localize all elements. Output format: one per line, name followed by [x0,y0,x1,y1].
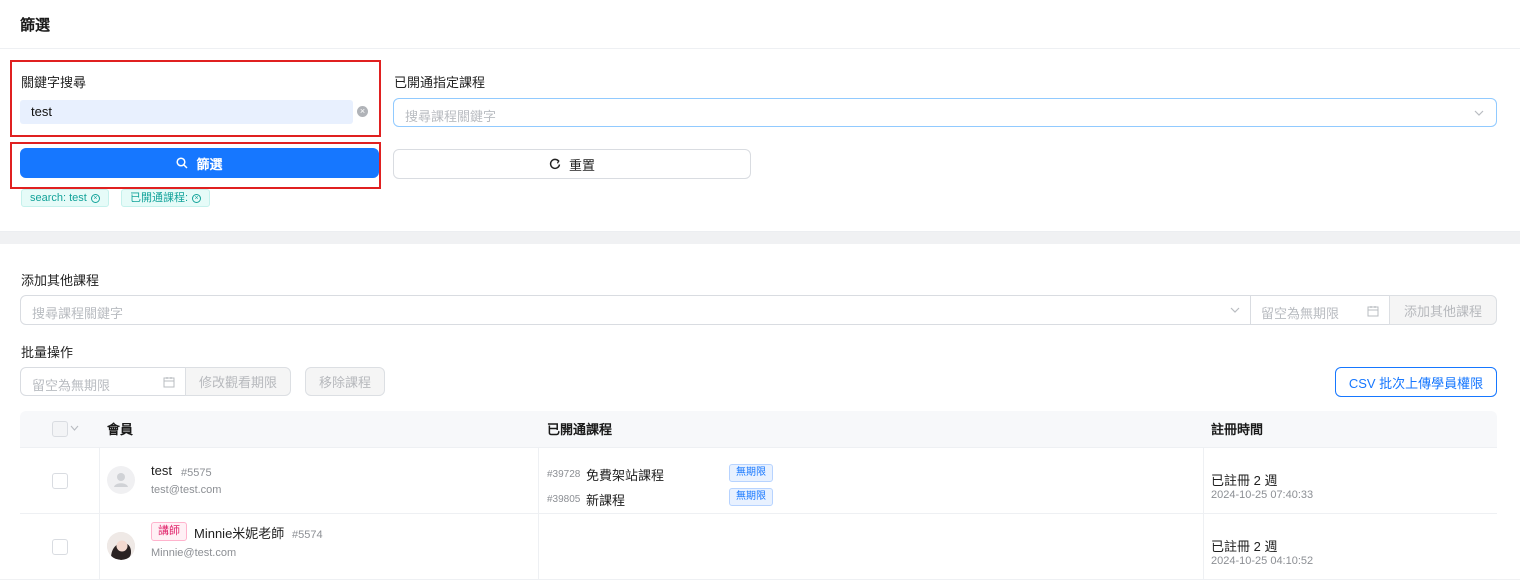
remove-course-button-label: 移除課程 [318,375,371,390]
member-id: #5575 [181,467,212,479]
reset-button-label: 重置 [568,157,595,173]
add-course-button[interactable]: 添加其他課程 [1389,295,1497,325]
column-header-member: 會員 [107,422,134,437]
row-checkbox[interactable] [52,539,68,555]
member-id: #5574 [292,529,323,541]
csv-upload-button-label: CSV 批次上傳學員權限 [1348,375,1484,391]
course-id: #39805 [547,494,581,505]
course-select[interactable]: 搜尋課程關鍵字 [393,98,1497,127]
filter-divider [0,48,1520,49]
active-tag-search[interactable]: search: test × [21,189,109,207]
course-id: #39728 [547,469,581,480]
active-tag-course[interactable]: 已開通課程: × [121,189,211,207]
chevron-down-icon [1474,110,1484,116]
batch-label: 批量操作 [21,345,74,360]
calendar-icon [163,377,175,388]
add-course-date-placeholder: 留空為無期限 [1261,306,1340,321]
course-name: 新課程 [586,493,626,508]
add-course-select-placeholder: 搜尋課程關鍵字 [32,306,124,321]
reload-icon [549,158,561,170]
close-circle-icon[interactable]: × [192,193,202,203]
active-tag-search-label: search: test [30,192,87,204]
avatar [107,466,135,494]
active-tag-course-label: 已開通課程: [130,192,189,204]
member-email: Minnie@test.com [151,547,237,559]
registered-relative: 已註冊 2 週 [1211,473,1278,488]
member-name[interactable]: Minnie米妮老師 [194,523,284,542]
modify-period-button[interactable]: 修改觀看期限 [185,367,291,396]
course-select-placeholder: 搜尋課程關鍵字 [405,109,497,124]
table-row[interactable]: 講師 Minnie米妮老師 #5574 Minnie@test.com 已註冊 … [20,514,1497,580]
chevron-down-icon [1230,307,1240,313]
column-header-registered: 註冊時間 [1211,422,1264,437]
row-checkbox[interactable] [52,473,68,489]
select-all-checkbox[interactable] [52,421,68,437]
add-course-button-label: 添加其他課程 [1403,303,1482,319]
remove-course-button[interactable]: 移除課程 [305,367,385,396]
filter-panel: 篩選 關鍵字搜尋 test × 已開通指定課程 搜尋課程關鍵字 篩選 重置 se… [0,0,1520,232]
registered-at: 2024-10-25 04:10:52 [1211,555,1314,567]
member-name[interactable]: test [151,463,172,478]
column-header-courses: 已開通課程 [547,422,613,437]
filter-button-highlight-box [10,142,381,189]
add-course-select[interactable]: 搜尋課程關鍵字 [20,295,1251,325]
chevron-down-icon[interactable] [70,425,79,432]
reset-button[interactable]: 重置 [393,149,751,179]
members-panel: 添加其他課程 搜尋課程關鍵字 留空為無期限 添加其他課程 批量操作 留空為無期限… [0,244,1520,580]
modify-period-button-label: 修改觀看期限 [198,375,277,390]
user-icon [114,473,128,487]
course-name: 免費架站課程 [586,468,665,483]
course-limit-badge: 無期限 [729,464,773,482]
keyword-highlight-box [10,60,381,137]
add-course-label: 添加其他課程 [21,273,100,288]
table-header: 會員 已開通課程 註冊時間 [20,411,1497,448]
registered-at: 2024-10-25 07:40:33 [1211,489,1314,501]
batch-date-placeholder: 留空為無期限 [32,378,111,393]
add-course-date-input[interactable]: 留空為無期限 [1250,295,1390,325]
avatar-photo-icon [107,532,135,560]
csv-upload-button[interactable]: CSV 批次上傳學員權限 [1335,367,1497,397]
filter-title: 篩選 [20,17,51,34]
avatar [107,532,135,560]
member-email: test@test.com [151,484,222,496]
registered-relative: 已註冊 2 週 [1211,539,1278,554]
table-row[interactable]: test #5575 test@test.com #39728 免費架站課程 無… [20,448,1497,514]
course-label: 已開通指定課程 [394,75,486,90]
role-badge: 講師 [151,522,187,541]
batch-date-input[interactable]: 留空為無期限 [20,367,186,396]
close-circle-icon[interactable]: × [90,193,100,203]
calendar-icon [1367,306,1379,317]
course-limit-badge: 無期限 [729,488,773,506]
